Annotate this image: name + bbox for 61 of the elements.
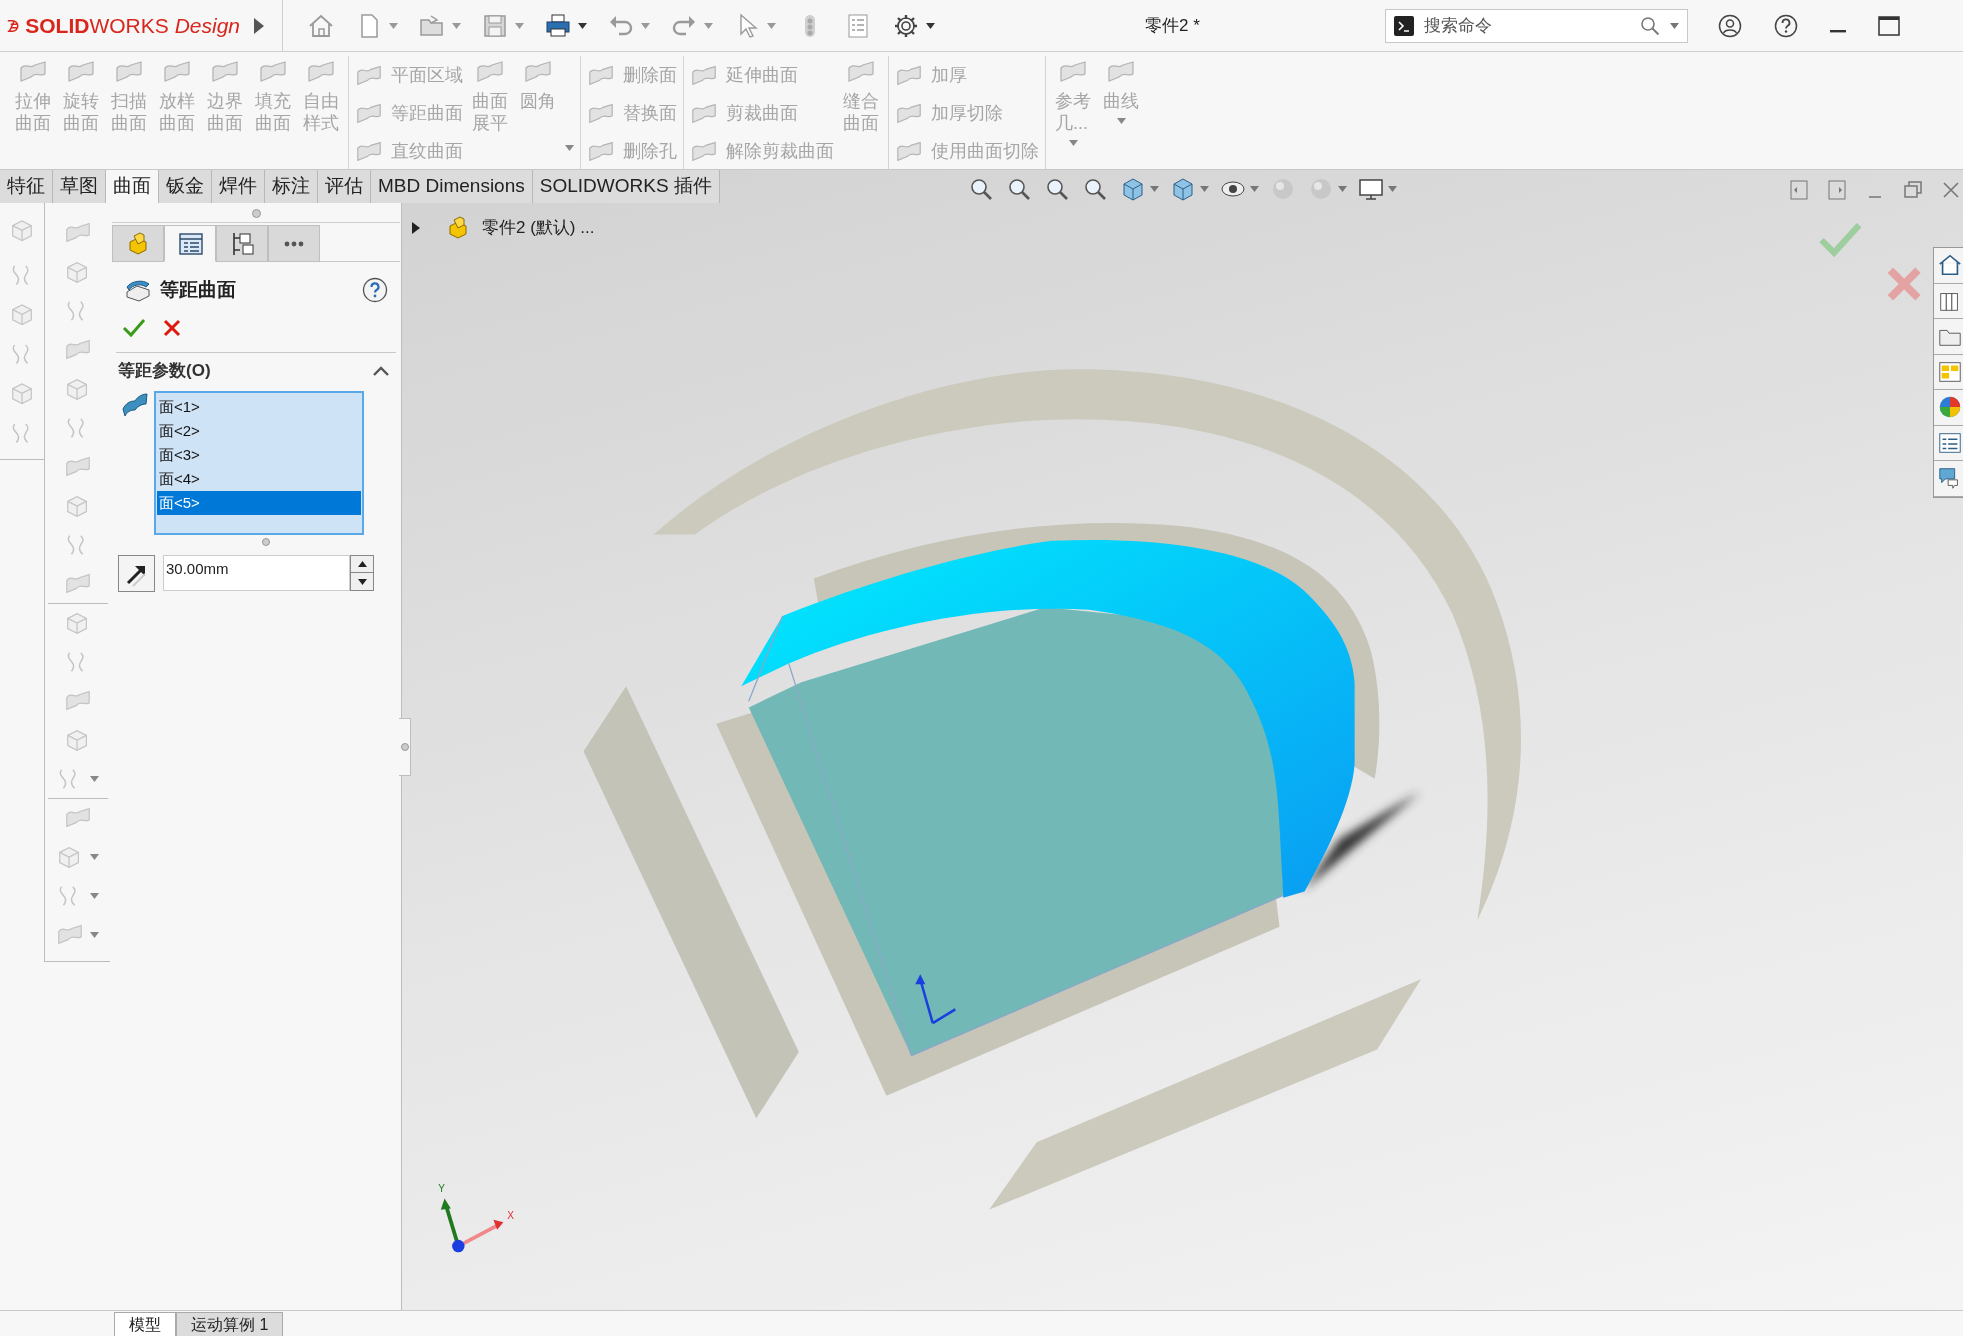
app-name: SOLIDWORKS Design	[25, 12, 240, 39]
cancel-cross-icon[interactable]	[162, 318, 182, 338]
terminal-icon	[1393, 15, 1414, 36]
tile-left-icon[interactable]	[1788, 178, 1810, 202]
flag-surface-icon	[120, 391, 150, 419]
confirm-check-icon[interactable]	[122, 317, 146, 339]
caret-icon[interactable]	[578, 22, 587, 29]
panel-resize-handle[interactable]	[399, 718, 411, 776]
panel-tab[interactable]	[268, 225, 320, 262]
axis-label: Y	[438, 1183, 445, 1195]
bottom-tab[interactable]: 运动算例 1	[176, 1312, 284, 1336]
maximize-icon[interactable]	[1877, 15, 1900, 36]
ribbon-tab[interactable]: 特征	[0, 170, 53, 203]
offset-surface-icon	[124, 278, 152, 302]
ribbon-tab[interactable]: MBD Dimensions	[371, 170, 533, 203]
help-icon[interactable]	[1773, 13, 1798, 38]
cube-icon[interactable]	[9, 301, 35, 328]
down-triangle-icon	[357, 578, 367, 585]
ribbon-tab[interactable]: 评估	[318, 170, 371, 203]
section-header: 等距参数(O)	[118, 360, 211, 383]
face-list-item[interactable]: 面<2>	[157, 419, 361, 443]
ribbon-tab[interactable]: 焊件	[212, 170, 265, 203]
face-list[interactable]: 面<1> 面<2> 面<3> 面<4> 面<5>	[154, 391, 364, 535]
tile-right-icon[interactable]	[1826, 178, 1848, 202]
ribbon-tab[interactable]: 标注	[265, 170, 318, 203]
distance-field[interactable]: 30.00mm	[163, 555, 350, 591]
confirm-check-icon[interactable]	[1819, 223, 1862, 258]
search-bar[interactable]: 搜索命令	[1384, 8, 1688, 43]
panel-tab[interactable]	[164, 225, 216, 262]
origin-triad-icon	[915, 974, 957, 1025]
face-list-item[interactable]: 面<4>	[157, 467, 361, 491]
face-list-item[interactable]: 面<5>	[157, 491, 361, 515]
bottom-tab[interactable]: 模型	[114, 1312, 176, 1336]
face-list-item[interactable]: 面<3>	[157, 443, 361, 467]
collapse-chevron-icon[interactable]	[372, 365, 390, 377]
face-list-item[interactable]: 面<1>	[157, 395, 361, 419]
axis-triad-icon	[440, 1198, 504, 1253]
ribbon-tab[interactable]: 草图	[53, 170, 106, 203]
up-triangle-icon	[357, 561, 367, 567]
more-icon	[284, 240, 304, 247]
minimize-icon[interactable]	[1829, 29, 1846, 34]
reverse-direction-button[interactable]	[118, 555, 155, 592]
resize-handle-icon[interactable]	[262, 538, 270, 546]
window-title: 零件2 *	[1145, 14, 1200, 37]
expand-triangle-icon[interactable]	[410, 222, 422, 234]
cube-icon[interactable]	[9, 217, 35, 244]
panel-tab[interactable]	[216, 225, 268, 262]
printer-icon[interactable]	[544, 11, 572, 40]
resize-handle-icon[interactable]	[251, 209, 261, 218]
user-icon[interactable]	[1717, 13, 1742, 38]
expand-arrow-icon[interactable]	[252, 15, 266, 36]
feature-tree-item[interactable]: 零件2 (默认) ...	[482, 215, 595, 241]
help-icon[interactable]	[362, 277, 388, 303]
panel-title: 等距曲面	[160, 277, 236, 302]
cube-icon[interactable]	[9, 380, 35, 407]
search-field[interactable]: 搜索命令	[1423, 12, 1630, 39]
axis-label: X	[507, 1209, 514, 1221]
ribbon-tab[interactable]: 钣金	[159, 170, 212, 203]
search-icon[interactable]	[1639, 15, 1660, 36]
ribbon-tab[interactable]: SOLIDWORKS 插件	[532, 170, 720, 203]
caret-icon[interactable]	[926, 22, 935, 29]
